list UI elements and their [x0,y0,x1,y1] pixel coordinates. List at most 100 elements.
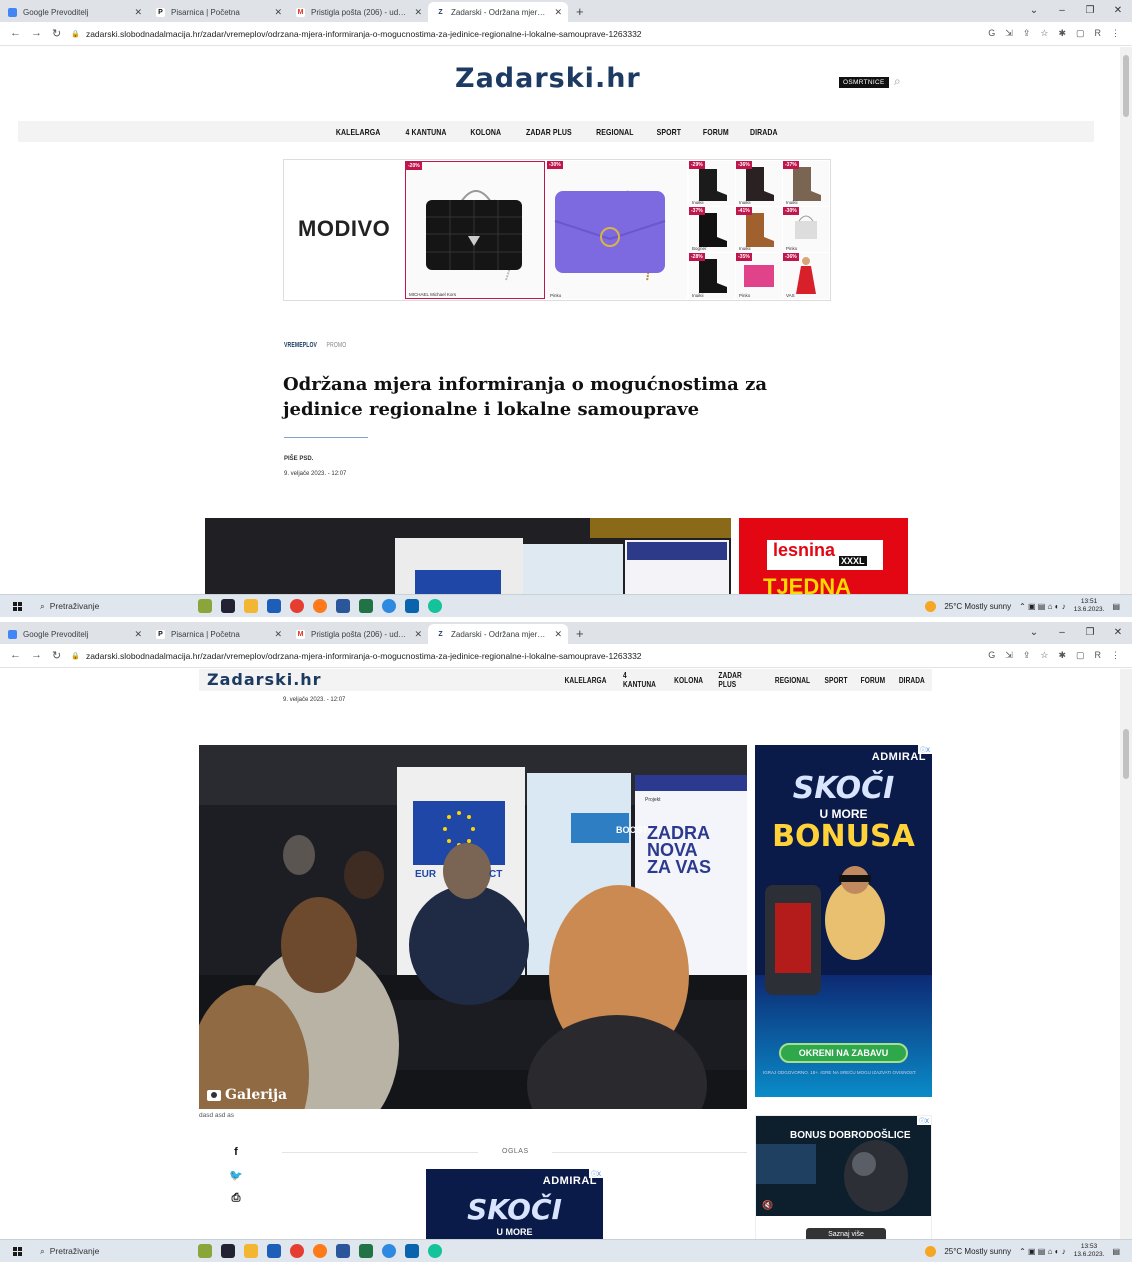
notifications-icon[interactable]: ▤ [1112,602,1120,611]
task-view-icon[interactable] [221,599,235,613]
admiral-sidebar-ad[interactable]: ADMIRAL SKOČI U MORE BONUSA OKRENI NA ZA… [755,745,932,1097]
bonus-video-ad[interactable]: BONUS DOBRODOŠLICE 🔇 Saznaj više ⓘX [755,1115,932,1240]
search-icon[interactable]: ⌕ [894,74,901,89]
chrome-icon[interactable] [290,599,304,613]
side-panel-icon[interactable]: ▢ [1076,28,1085,39]
excel-icon[interactable] [359,599,373,613]
product-tile[interactable]: -30% Pinko [783,207,829,252]
tab-search-icon[interactable]: ⌄ [1020,0,1048,22]
minimize-button[interactable]: – [1048,622,1076,644]
product-tile[interactable]: -37% Inuikii [783,161,829,206]
menu-item-kolona[interactable]: KOLONA [471,127,502,137]
file-explorer-icon[interactable] [244,1244,258,1258]
page-scrollbar[interactable] [1120,47,1132,594]
product-tile[interactable]: -41% Inuikii [736,207,782,252]
close-icon[interactable]: ✕ [274,7,282,18]
category-link[interactable]: VREMEPLOV [284,342,317,349]
menu-item-4-kantuna[interactable]: 4 KANTUNA [623,671,659,689]
clock[interactable]: 13:53 13.6.2023. [1074,1243,1105,1259]
product-tile[interactable]: -28% Inuikii [689,253,735,299]
edge-icon[interactable] [382,599,396,613]
bookmark-star-icon[interactable]: ☆ [1040,650,1048,661]
tab-gmail[interactable]: M Pristigla pošta (206) - udrugazar ✕ [288,2,428,22]
menu-item-kalelarga[interactable]: KALELARGA [565,676,607,685]
excel-icon[interactable] [359,1244,373,1258]
forward-icon[interactable]: → [31,27,42,40]
tab-pisarnica[interactable]: P Pisarnica | Početna ✕ [148,2,288,22]
admiral-inline-ad[interactable]: ADMIRAL SKOČI U MORE ⓘX [426,1169,603,1240]
menu-icon[interactable]: ⋮ [1111,650,1120,661]
clock[interactable]: 13:51 13.6.2023. [1074,598,1105,614]
site-logo[interactable]: Zadarski.hr [207,670,322,689]
bookmark-star-icon[interactable]: ☆ [1040,28,1048,39]
store-icon[interactable] [267,1244,281,1258]
extensions-icon[interactable]: ✱ [1058,650,1066,661]
word-icon[interactable] [336,1244,350,1258]
promo-tag[interactable]: PROMO [326,342,346,349]
outlook-icon[interactable] [405,599,419,613]
outlook-icon[interactable] [405,1244,419,1258]
new-tab-button[interactable]: + [568,2,592,22]
close-icon[interactable]: ✕ [554,7,562,18]
extensions-icon[interactable]: ✱ [1058,28,1066,39]
task-view-icon[interactable] [221,1244,235,1258]
article-photo[interactable] [205,518,731,594]
product-tile[interactable]: -36% Inuikii [736,161,782,206]
install-icon[interactable]: ⇲ [1005,28,1013,39]
profile-icon[interactable]: R [1095,650,1102,661]
grammarly-icon[interactable] [428,1244,442,1258]
notifications-icon[interactable]: ▤ [1112,1247,1120,1256]
close-icon[interactable]: ✕ [414,7,422,18]
facebook-icon[interactable]: f [229,1146,243,1158]
site-logo[interactable]: Zadarski.hr [455,63,641,94]
url-field[interactable]: 🔒 zadarski.slobodnadalmacija.hr/zadar/vr… [71,29,988,39]
product-tile[interactable]: -29% Inuikii [689,161,735,206]
adchoices-icon[interactable]: ⓘX [916,1116,931,1125]
okreni-na-zabavu-button[interactable]: OKRENI NA ZABAVU [779,1043,908,1063]
google-lens-icon[interactable]: G [988,650,995,661]
forward-icon[interactable]: → [31,649,42,662]
start-button[interactable] [0,601,34,611]
product-tile[interactable]: -30% Pinko [547,161,687,299]
side-panel-icon[interactable]: ▢ [1076,650,1085,661]
tab-zadarski[interactable]: Z Zadarski - Održana mjera inform ✕ [428,624,568,644]
menu-item-forum[interactable]: FORUM [861,676,885,685]
product-tile[interactable]: -37% Bogner [689,207,735,252]
mute-icon[interactable]: 🔇 [762,1200,773,1211]
menu-item-4-kantuna[interactable]: 4 KANTUNA [406,127,447,137]
taskbar-search[interactable]: ⌕ Pretraživanje [34,1243,164,1260]
share-icon[interactable]: ⇪ [1023,28,1031,39]
restore-button[interactable]: ❐ [1076,0,1104,22]
osmrtnice-button[interactable]: OSMRTNICE [839,77,889,88]
gallery-button[interactable]: Galerija [207,1087,287,1103]
menu-item-sport[interactable]: SPORT [657,127,681,137]
google-lens-icon[interactable]: G [988,28,995,39]
close-icon[interactable]: ✕ [414,629,422,640]
menu-item-kalelarga[interactable]: KALELARGA [336,127,380,137]
close-window-button[interactable]: ✕ [1104,0,1132,22]
share-icon[interactable]: ⇪ [1023,650,1031,661]
product-tile[interactable]: -35% Pinko [736,253,782,299]
close-icon[interactable]: ✕ [134,7,142,18]
start-button[interactable] [0,1246,34,1256]
minimize-button[interactable]: – [1048,0,1076,22]
word-icon[interactable] [336,599,350,613]
firefox-icon[interactable] [313,599,327,613]
tray-icons[interactable]: ⌃ ▣ ▤ ⌂ ◐ ♪ [1019,602,1066,611]
back-icon[interactable]: ← [10,27,21,40]
reload-icon[interactable]: ↻ [52,27,61,40]
store-icon[interactable] [267,599,281,613]
menu-item-kolona[interactable]: KOLONA [674,676,703,685]
page-scrollbar[interactable] [1120,669,1132,1240]
modivo-ad-banner[interactable]: MODIVO -20% MICHAEL Michael Kors -30% Pi… [283,159,831,301]
tab-gmail[interactable]: M Pristigla pošta (206) - udrugazar ✕ [288,624,428,644]
close-icon[interactable]: ✕ [274,629,282,640]
grammarly-icon[interactable] [428,599,442,613]
adchoices-icon[interactable]: ⓘX [588,1169,603,1178]
weather-text[interactable]: 25°C Mostly sunny [944,602,1011,611]
tab-search-icon[interactable]: ⌄ [1020,622,1048,644]
profile-icon[interactable]: R [1095,28,1102,39]
menu-icon[interactable]: ⋮ [1111,28,1120,39]
chrome-icon[interactable] [290,1244,304,1258]
tab-google-translate[interactable]: Google Prevoditelj ✕ [0,624,148,644]
